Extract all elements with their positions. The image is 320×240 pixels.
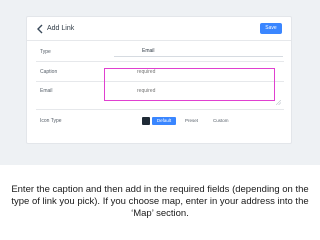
save-button[interactable]: Save xyxy=(260,23,282,34)
instruction-caption: Enter the caption and then add in the re… xyxy=(0,184,320,220)
type-row: Type Email xyxy=(27,46,291,58)
icon-type-custom-button[interactable]: Custom xyxy=(213,117,229,125)
email-label: Email xyxy=(40,88,53,94)
caption-input[interactable] xyxy=(137,68,277,76)
instruction-line: ‘Map’ section. xyxy=(131,208,189,219)
divider xyxy=(36,81,284,82)
instruction-line: type of link you pick). If you choose ma… xyxy=(11,196,309,207)
icon-type-preset-button[interactable]: Preset xyxy=(185,117,198,125)
icon-type-default-button[interactable]: Default xyxy=(152,117,176,125)
icon-type-label: Icon Type xyxy=(40,118,62,124)
divider xyxy=(36,109,284,110)
caption-label: Caption xyxy=(40,69,58,75)
type-select[interactable]: Email xyxy=(114,46,283,57)
instruction-line: Enter the caption and then add in the re… xyxy=(11,184,309,195)
type-label: Type xyxy=(40,49,51,55)
type-select-value: Email xyxy=(142,48,155,54)
resize-handle-icon[interactable] xyxy=(276,100,281,105)
caption-row: Caption xyxy=(27,64,291,80)
add-link-card: Add Link Save Type Email Caption Email I xyxy=(26,16,292,144)
card-header: Add Link Save xyxy=(27,17,291,41)
divider xyxy=(36,61,284,62)
email-row: Email xyxy=(27,83,291,107)
page-title: Add Link xyxy=(47,25,75,32)
app-screen: Add Link Save Type Email Caption Email I xyxy=(0,0,320,165)
chevron-left-icon[interactable] xyxy=(36,24,44,34)
icon-preview-icon xyxy=(142,117,150,125)
email-input[interactable] xyxy=(137,87,277,95)
icon-type-row: Icon Type Default Preset Custom xyxy=(27,113,291,127)
